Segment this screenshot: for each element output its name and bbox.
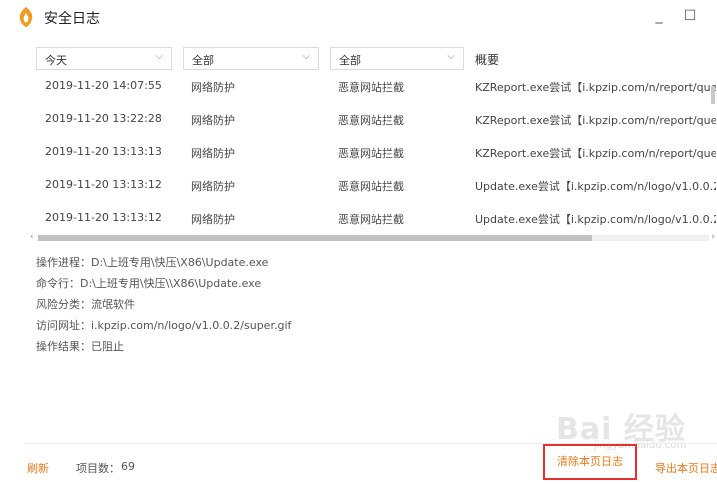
detail-panel: 操作进程：D:\上班专用\快压\X86\Update.exe 命令行：D:\上班… — [36, 252, 291, 357]
row-action: 恶意网站拦截 — [338, 81, 404, 94]
row-type: 网络防护 — [191, 147, 235, 160]
export-page-log-link[interactable]: 导出本页日志 — [655, 460, 717, 476]
row-action: 恶意网站拦截 — [338, 180, 404, 193]
window-title: 安全日志 — [44, 11, 100, 27]
row-time: 2019-11-20 13:13:13 — [45, 145, 162, 158]
summary-column-header: 概要 — [475, 53, 500, 67]
vertical-scrollbar[interactable] — [711, 86, 715, 104]
row-summary: Update.exe尝试【i.kpzip.com/n/logo/v1.0.0.2 — [475, 213, 716, 226]
refresh-link[interactable]: 刷新 — [27, 460, 49, 476]
date-filter-value: 今天 — [45, 54, 67, 67]
row-time: 2019-11-20 13:13:12 — [45, 211, 162, 224]
row-summary: KZReport.exe尝试【i.kpzip.com/n/report/que — [475, 81, 716, 94]
chevron-down-icon: ⌵ — [155, 51, 163, 62]
date-filter-dropdown[interactable]: 今天 ⌵ — [36, 47, 172, 70]
table-row[interactable]: 2019-11-20 13:13:13 网络防护 恶意网站拦截 KZReport… — [30, 138, 716, 171]
row-summary: KZReport.exe尝试【i.kpzip.com/n/report/que — [475, 147, 716, 160]
shield-flame-icon — [19, 7, 33, 27]
chevron-down-icon: ⌵ — [447, 51, 455, 62]
scroll-left-icon[interactable]: ‹ — [30, 232, 34, 242]
row-summary: KZReport.exe尝试【i.kpzip.com/n/report/que — [475, 114, 716, 127]
minimize-button[interactable]: _ — [648, 6, 670, 26]
row-action: 恶意网站拦截 — [338, 114, 404, 127]
detail-risk-category: 风险分类：流氓软件 — [36, 298, 135, 311]
row-type: 网络防护 — [191, 180, 235, 193]
row-time: 2019-11-20 14:07:55 — [45, 79, 162, 92]
table-row[interactable]: 2019-11-20 13:22:28 网络防护 恶意网站拦截 KZReport… — [30, 105, 716, 138]
table-row[interactable]: 2019-11-20 13:13:12 网络防护 恶意网站拦截 Update.e… — [30, 204, 716, 232]
action-filter-value: 全部 — [339, 54, 361, 67]
row-summary: Update.exe尝试【i.kpzip.com/n/logo/v1.0.0.2 — [475, 180, 716, 193]
clear-page-log-button[interactable]: 清除本页日志 — [543, 444, 637, 480]
row-type: 网络防护 — [191, 114, 235, 127]
type-filter-dropdown[interactable]: 全部 ⌵ — [183, 47, 319, 70]
detail-url: 访问网址：i.kpzip.com/n/logo/v1.0.0.2/super.g… — [36, 319, 292, 332]
row-type: 网络防护 — [191, 81, 235, 94]
table-row[interactable]: 2019-11-20 13:13:12 网络防护 恶意网站拦截 Update.e… — [30, 171, 716, 204]
scroll-thumb[interactable] — [38, 235, 592, 241]
detail-command-line: 命令行：D:\上班专用\快压\\X86\Update.exe — [36, 277, 262, 290]
row-time: 2019-11-20 13:22:28 — [45, 112, 162, 125]
row-action: 恶意网站拦截 — [338, 147, 404, 160]
detail-result: 操作结果：已阻止 — [36, 340, 124, 353]
chevron-down-icon: ⌵ — [302, 51, 310, 62]
horizontal-scrollbar[interactable]: ‹ › — [30, 232, 717, 243]
title-bar: 安全日志 _ ☐ — [0, 0, 717, 34]
type-filter-value: 全部 — [192, 54, 214, 67]
action-filter-dropdown[interactable]: 全部 ⌵ — [330, 47, 464, 70]
maximize-button[interactable]: ☐ — [679, 6, 701, 26]
table-row[interactable]: 2019-11-20 14:07:55 网络防护 恶意网站拦截 KZReport… — [30, 72, 716, 105]
row-action: 恶意网站拦截 — [338, 213, 404, 226]
row-type: 网络防护 — [191, 213, 235, 226]
scroll-right-icon[interactable]: › — [711, 232, 715, 242]
item-count-value: 69 — [121, 460, 135, 473]
log-list: 2019-11-20 14:07:55 网络防护 恶意网站拦截 KZReport… — [30, 72, 716, 232]
row-time: 2019-11-20 13:13:12 — [45, 178, 162, 191]
item-count-label: 项目数： — [76, 462, 120, 475]
detail-process: 操作进程：D:\上班专用\快压\X86\Update.exe — [36, 256, 269, 269]
